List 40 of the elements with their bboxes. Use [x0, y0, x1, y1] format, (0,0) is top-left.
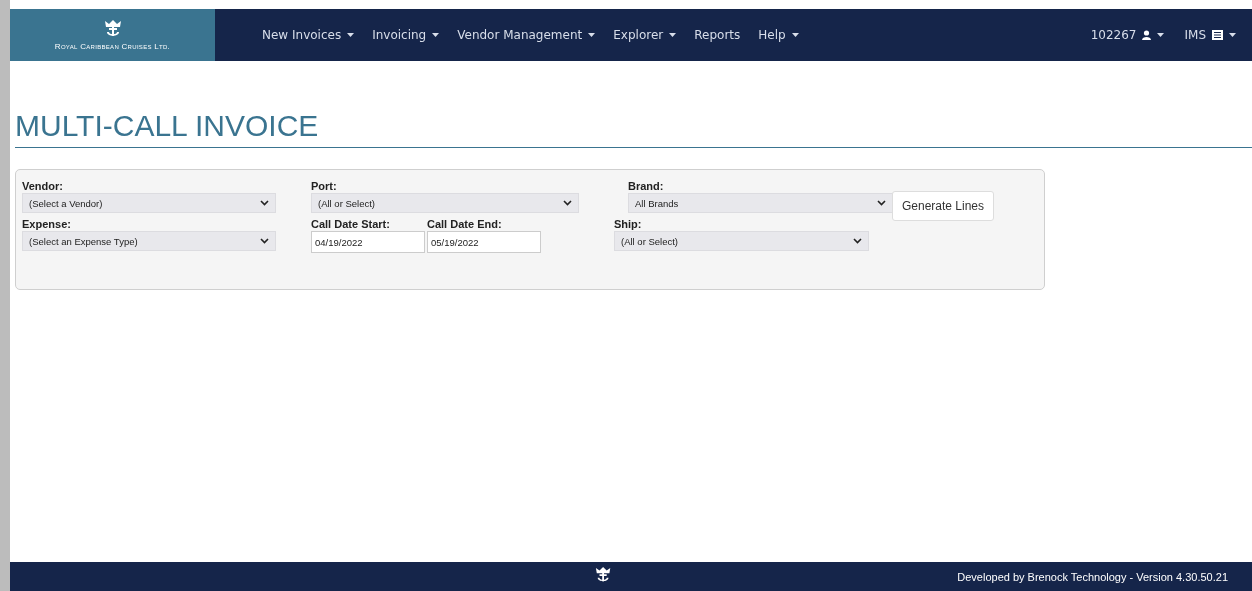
nav-menu-link[interactable]: Reports — [694, 28, 741, 42]
field-label: Port: — [311, 180, 338, 192]
caret-icon — [669, 33, 677, 37]
nav-menu-link[interactable]: Vendor Management — [457, 28, 596, 42]
nav-menu-link[interactable]: Explorer — [613, 28, 677, 42]
field-label: Call Date End: — [427, 218, 503, 230]
field-label: Call Date Start: — [311, 218, 391, 230]
field-label: Brand: — [628, 180, 665, 192]
nav-menu-link[interactable]: Invoicing — [372, 28, 440, 42]
app-menu[interactable]: IMS — [1184, 28, 1236, 42]
select-field[interactable]: (Select a Vendor) — [22, 193, 276, 213]
field-label: Ship: — [614, 218, 643, 230]
nav-menu-link[interactable]: Help — [758, 28, 799, 42]
caret-icon — [432, 33, 440, 37]
chevron-icon — [853, 238, 862, 244]
chevron-icon — [260, 200, 269, 206]
chevron-icon — [563, 200, 572, 206]
user-menu[interactable]: 102267 — [1090, 28, 1165, 42]
brand-logo[interactable]: Royal Caribbean Cruises Ltd. — [10, 9, 215, 61]
footer-text: Developed by Brenock Technology - Version 4.30.50.21 — [957, 570, 1228, 583]
select-field[interactable]: All Brands — [628, 193, 893, 213]
select-field[interactable]: (All or Select) — [614, 231, 869, 251]
caret-icon — [588, 33, 596, 37]
nav-menu-link[interactable]: New Invoices — [262, 28, 355, 42]
caret-icon — [1229, 33, 1236, 37]
page-title: MULTI-CALL INVOICE — [15, 109, 1252, 148]
select-field[interactable]: (Select an Expense Type) — [22, 231, 276, 251]
field-label: Vendor: — [22, 180, 64, 192]
generate-lines-button[interactable]: Generate Lines — [892, 191, 994, 221]
select-field[interactable]: (All or Select) — [311, 193, 579, 213]
chevron-icon — [260, 238, 269, 244]
date-input[interactable]: 05/19/2022 — [427, 231, 541, 253]
field-label: Expense: — [22, 218, 72, 230]
list-icon — [1212, 30, 1223, 40]
user-icon — [1142, 30, 1152, 40]
caret-icon — [1157, 33, 1165, 37]
chevron-icon — [877, 200, 886, 206]
caret-icon — [791, 33, 799, 37]
date-input[interactable]: 04/19/2022 — [311, 231, 425, 253]
caret-icon — [347, 33, 355, 37]
